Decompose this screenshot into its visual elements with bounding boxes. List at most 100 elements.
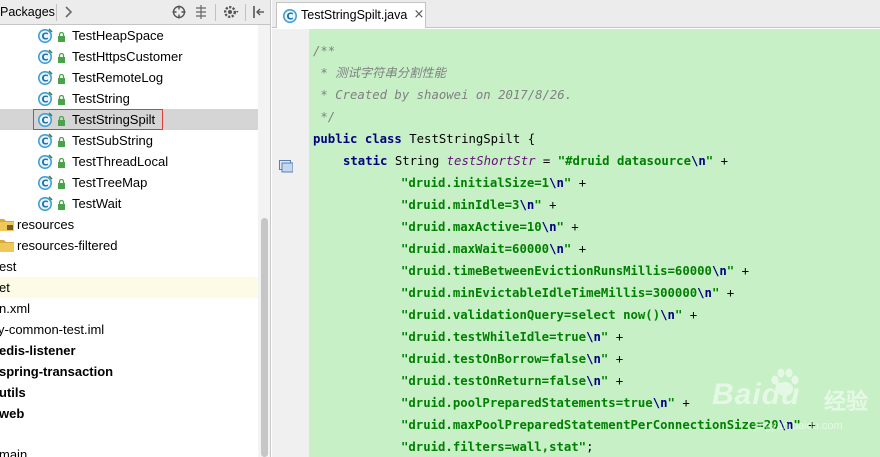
code-line: * 测试字符串分割性能: [313, 66, 446, 80]
java-class-icon: C: [38, 49, 53, 64]
svg-text:C: C: [42, 32, 49, 43]
baidu-paw-icon: [771, 368, 799, 396]
tree-item[interactable]: main: [0, 444, 258, 457]
collapse-icon[interactable]: [192, 3, 210, 21]
tree-scrollbar[interactable]: [258, 25, 270, 457]
resources-folder-icon: [0, 219, 14, 231]
class-gutter-icon[interactable]: [279, 160, 293, 173]
toolbar-separator: [245, 4, 246, 21]
svg-text:C: C: [42, 158, 49, 169]
project-tool-window: Packages C TestHeapSpace C TestHttpsCust…: [0, 0, 271, 457]
tree-item-module[interactable]: web: [0, 403, 258, 424]
tree-item-current[interactable]: et: [0, 277, 258, 298]
access-lock-icon: [58, 200, 65, 210]
tree-item-class[interactable]: C TestThreadLocal: [0, 151, 258, 172]
tree-item-class[interactable]: C TestSubString: [0, 130, 258, 151]
tree-item-module[interactable]: edis-listener: [0, 340, 258, 361]
toolbar-separator: [215, 4, 216, 21]
code-line: "druid.poolPreparedStatements=true\n" +: [401, 396, 690, 410]
watermark-url: jingyan.baidu.com: [754, 420, 843, 432]
code-line: "druid.maxWait=60000\n" +: [401, 242, 587, 256]
access-lock-icon: [58, 95, 65, 105]
code-line: public class TestStringSpilt {: [313, 132, 536, 146]
tree-item-module[interactable]: utils: [0, 382, 258, 403]
code-line: "druid.timeBetweenEvictionRunsMillis=600…: [401, 264, 749, 278]
tree-item-module[interactable]: spring-transaction: [0, 361, 258, 382]
java-class-icon: C: [38, 196, 53, 211]
tree-item-label: edis-listener: [0, 343, 76, 358]
tree-item-class[interactable]: C TestRemoteLog: [0, 67, 258, 88]
java-class-icon: C: [38, 133, 53, 148]
svg-text:C: C: [42, 179, 49, 190]
tree-item-class-selected[interactable]: C TestStringSpilt: [0, 109, 258, 130]
toolbar-separator: [56, 4, 57, 21]
code-line: "druid.testOnReturn=false\n" +: [401, 374, 624, 388]
chevron-right-icon[interactable]: [60, 3, 78, 21]
java-class-icon: C: [38, 175, 53, 190]
tree-item-label: y-common-test.iml: [0, 322, 105, 337]
panel-title[interactable]: Packages: [0, 5, 55, 19]
code-editor: C TestStringSpilt.java × /** * 测试字符串分割性能…: [272, 0, 880, 457]
tree-item-class[interactable]: C TestTreeMap: [0, 172, 258, 193]
code-line: /**: [313, 44, 336, 58]
java-class-icon: C: [283, 9, 297, 23]
close-icon[interactable]: ×: [413, 8, 425, 22]
tree-item-label: n.xml: [0, 301, 31, 316]
hide-panel-icon[interactable]: [250, 3, 268, 21]
tree-item[interactable]: y-common-test.iml: [0, 319, 258, 340]
tree-item-folder[interactable]: resources: [0, 214, 258, 235]
svg-text:C: C: [42, 200, 49, 211]
svg-text:C: C: [42, 137, 49, 148]
code-line: "druid.filters=wall,stat";: [401, 440, 594, 454]
access-lock-icon: [58, 158, 65, 168]
tree-item-label: resources: [17, 217, 75, 232]
tree-item-folder[interactable]: resources-filtered: [0, 235, 258, 256]
tree-item-label: TestRemoteLog: [72, 70, 164, 85]
project-tree: C TestHeapSpace C TestHttpsCustomer C Te…: [0, 25, 258, 457]
watermark-suffix: 经验: [824, 390, 869, 415]
code-line: "druid.minIdle=3\n" +: [401, 198, 557, 212]
java-class-icon: C: [38, 91, 53, 106]
code-line: "druid.maxActive=10\n" +: [401, 220, 579, 234]
editor-tab-bar: C TestStringSpilt.java ×: [272, 0, 880, 28]
access-lock-icon: [58, 74, 65, 84]
locate-icon[interactable]: [170, 3, 188, 21]
java-class-icon: C: [38, 154, 53, 169]
tree-item-label: utils: [0, 385, 26, 400]
baidu-jingyan-watermark: Baidu 经验 jingyan.baidu.com: [668, 362, 880, 442]
tree-item[interactable]: est: [0, 256, 258, 277]
tree-item-label: spring-transaction: [0, 364, 114, 379]
tree-item-label: TestHttpsCustomer: [72, 49, 183, 64]
tree-item-label: TestSubString: [72, 133, 153, 148]
code-line: "druid.initialSize=1\n" +: [401, 176, 587, 190]
tree-item-label: web: [0, 406, 25, 421]
editor-tab-label: TestStringSpilt.java: [301, 8, 408, 22]
access-lock-icon: [58, 32, 65, 42]
tree-item-label: TestString: [72, 91, 130, 106]
tree-item-label: est: [0, 259, 17, 274]
tree-scrollbar-thumb[interactable]: [261, 218, 268, 457]
access-lock-icon: [58, 137, 65, 147]
java-class-icon: C: [38, 28, 53, 43]
code-line: "druid.validationQuery=select now()\n" +: [401, 308, 698, 322]
tree-item-class[interactable]: C TestWait: [0, 193, 258, 214]
tree-item[interactable]: [0, 424, 258, 445]
code-line: "druid.testWhileIdle=true\n" +: [401, 330, 624, 344]
access-lock-icon: [58, 53, 65, 63]
tree-item-label: TestTreeMap: [72, 175, 148, 190]
tree-item-label: et: [0, 280, 10, 295]
code-line: */: [313, 110, 336, 124]
tree-item-label: TestHeapSpace: [72, 28, 164, 43]
tree-item-label: main: [0, 447, 28, 457]
tree-item[interactable]: n.xml: [0, 298, 258, 319]
annotation-highlight-box: [33, 109, 163, 130]
tree-item-class[interactable]: C TestHeapSpace: [0, 25, 258, 46]
project-toolbar: Packages: [0, 0, 270, 25]
svg-text:C: C: [42, 74, 49, 85]
editor-tab-teststringspilt[interactable]: C TestStringSpilt.java ×: [276, 2, 426, 28]
tree-item-class[interactable]: C TestHttpsCustomer: [0, 46, 258, 67]
tree-item-class[interactable]: C TestString: [0, 88, 258, 109]
gear-icon[interactable]: [222, 3, 240, 21]
tree-item-label: TestWait: [72, 196, 122, 211]
editor-gutter: [272, 29, 309, 457]
